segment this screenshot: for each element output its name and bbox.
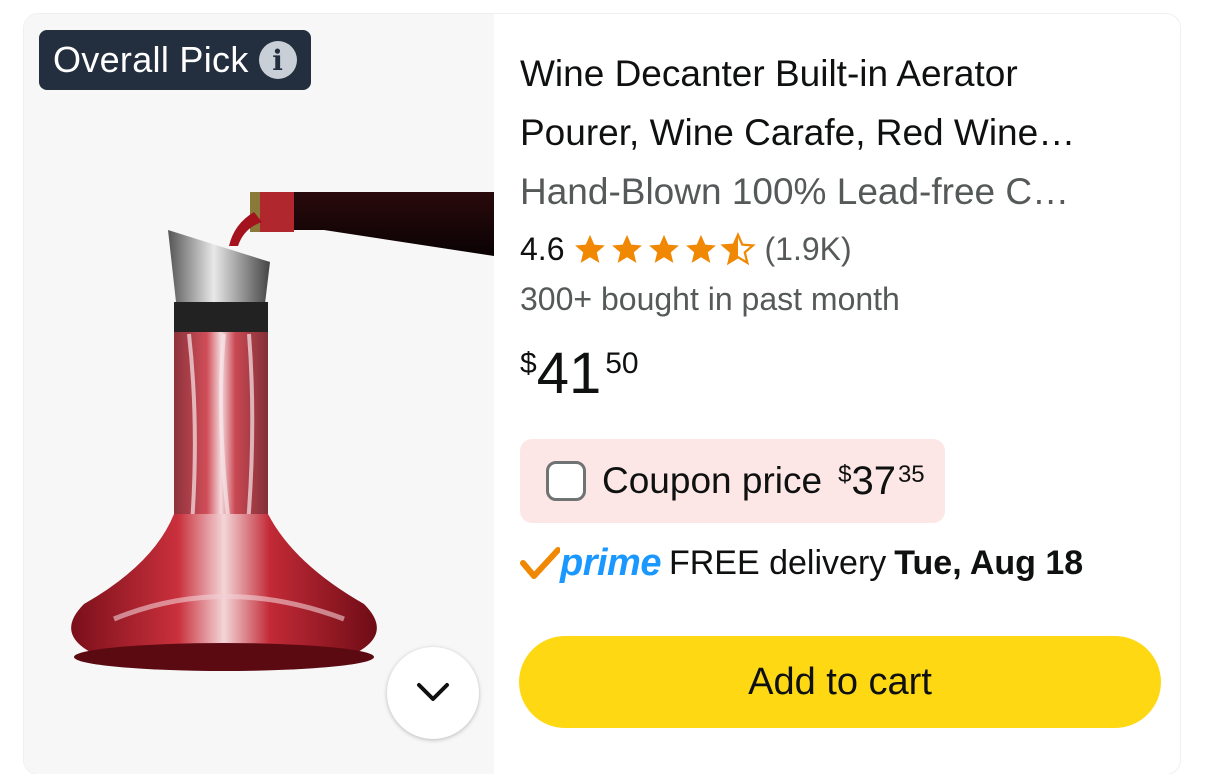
expand-button[interactable] [387,647,479,739]
rating-value: 4.6 [520,230,565,267]
bought-count: 300+ bought in past month [520,281,900,317]
delivery-text: FREE delivery [668,543,887,582]
product-details: Wine Decanter Built-in Aerator Pourer, W… [520,44,1160,589]
star-icon [612,234,643,263]
coupon-price-whole: 37 [851,459,896,503]
price-whole: 41 [536,341,602,406]
product-title-line2[interactable]: Pourer, Wine Carafe, Red Wine… [520,103,1155,162]
coupon-price: $ 37 35 [838,457,925,505]
star-icon [649,234,680,263]
coupon-box[interactable]: Coupon price $ 37 35 [520,439,945,523]
price: $ 41 50 [520,339,1160,409]
delivery-date: Tue, Aug 18 [894,543,1084,582]
star-icon [575,234,606,263]
star-icon [686,234,717,263]
wine-decanter-image[interactable] [24,164,494,684]
product-subtitle[interactable]: Hand-Blown 100% Lead-free C… [520,162,1155,221]
product-card[interactable]: Overall Pick i Wine Decanter Built-in Ae… [24,14,1180,774]
overall-pick-badge: Overall Pick i [39,30,311,90]
review-count[interactable]: (1.9K) [764,231,851,268]
star-rating [572,232,757,266]
add-to-cart-button[interactable]: Add to cart [519,636,1161,728]
half-star-icon [720,232,757,266]
price-symbol: $ [520,347,537,380]
prime-logo: prime [520,542,661,585]
rating-row[interactable]: 4.6 (1.9K) [520,227,1160,271]
coupon-price-symbol: $ [838,461,852,488]
prime-check-icon [520,547,560,579]
prime-label: prime [560,541,661,584]
product-image-panel[interactable]: Overall Pick i [24,14,494,774]
info-icon[interactable]: i [258,41,297,79]
coupon-checkbox[interactable] [546,461,586,501]
coupon-label: Coupon price [602,460,823,501]
delivery-row: prime FREE delivery Tue, Aug 18 [520,537,1160,589]
badge-label: Overall Pick [53,39,249,80]
chevron-down-icon [417,683,449,701]
coupon-price-fraction: 35 [897,461,925,488]
price-fraction: 50 [605,347,639,380]
product-title-line1[interactable]: Wine Decanter Built-in Aerator [520,44,1155,103]
